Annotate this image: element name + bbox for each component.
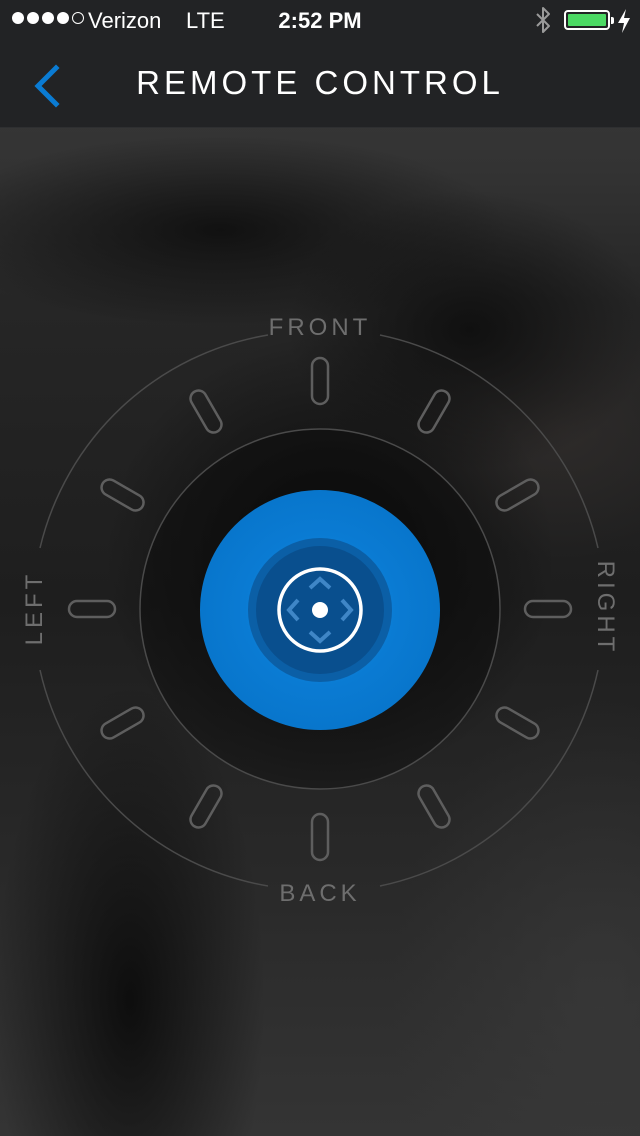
- directional-pad-icon: [277, 567, 363, 653]
- top-bar: Verizon LTE 2:52 PM REMOTE CONTROL: [0, 0, 640, 128]
- front-label: FRONT: [268, 314, 372, 341]
- remote-control-dial[interactable]: FRONT BACK LEFT RIGHT: [0, 128, 640, 1136]
- page-title: REMOTE CONTROL: [136, 64, 504, 101]
- battery-icon: [564, 10, 614, 30]
- charging-icon: [618, 9, 630, 33]
- status-bar: Verizon LTE 2:52 PM: [0, 0, 640, 40]
- left-label: LEFT: [21, 570, 48, 646]
- back-label: BACK: [279, 880, 361, 907]
- right-label: RIGHT: [592, 560, 619, 656]
- joystick-button[interactable]: [200, 490, 440, 730]
- bluetooth-icon: [536, 7, 550, 33]
